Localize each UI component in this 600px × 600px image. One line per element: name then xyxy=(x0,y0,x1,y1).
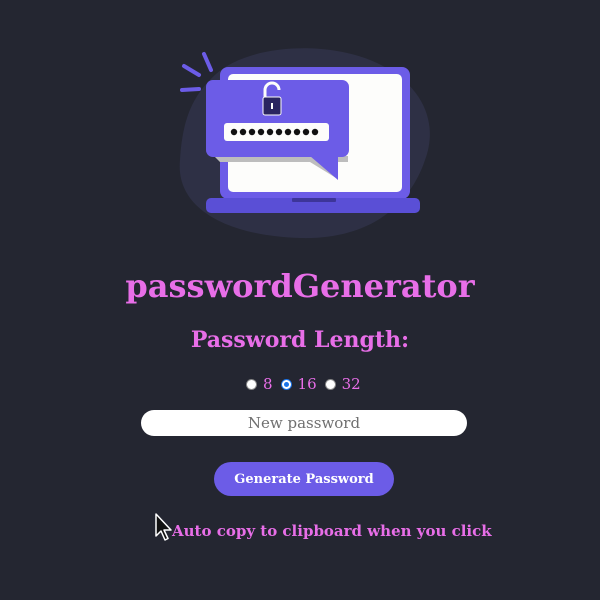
radio-button-16[interactable] xyxy=(280,378,292,390)
laptop-password-illustration xyxy=(179,48,430,239)
laptop-notch xyxy=(292,198,336,202)
password-length-options: 8 16 32 xyxy=(246,375,369,393)
length-option-16[interactable]: 16 xyxy=(280,375,317,393)
generate-password-button[interactable]: Generate Password xyxy=(214,462,394,496)
new-password-field[interactable] xyxy=(141,410,467,436)
radio-button-32[interactable] xyxy=(324,378,336,390)
length-option-8[interactable]: 8 xyxy=(246,375,273,393)
length-option-label: 32 xyxy=(341,375,361,393)
radio-button-8[interactable] xyxy=(246,378,257,390)
length-option-32[interactable]: 32 xyxy=(324,375,361,393)
password-bubble xyxy=(206,80,349,157)
auto-copy-note: Auto copy to clipboard when you click xyxy=(172,522,492,540)
app-title: passwordGenerator xyxy=(125,267,475,305)
burst-line xyxy=(202,52,213,72)
length-option-label: 16 xyxy=(297,375,317,393)
burst-line xyxy=(182,64,201,77)
length-option-label: 8 xyxy=(263,375,273,393)
password-generator-page: passwordGenerator Password Length: 8 16 … xyxy=(0,0,600,600)
mouse-pointer-icon xyxy=(155,513,172,541)
padlock-keyhole xyxy=(271,103,273,109)
burst-line xyxy=(180,87,201,92)
password-length-heading: Password Length: xyxy=(190,327,410,353)
